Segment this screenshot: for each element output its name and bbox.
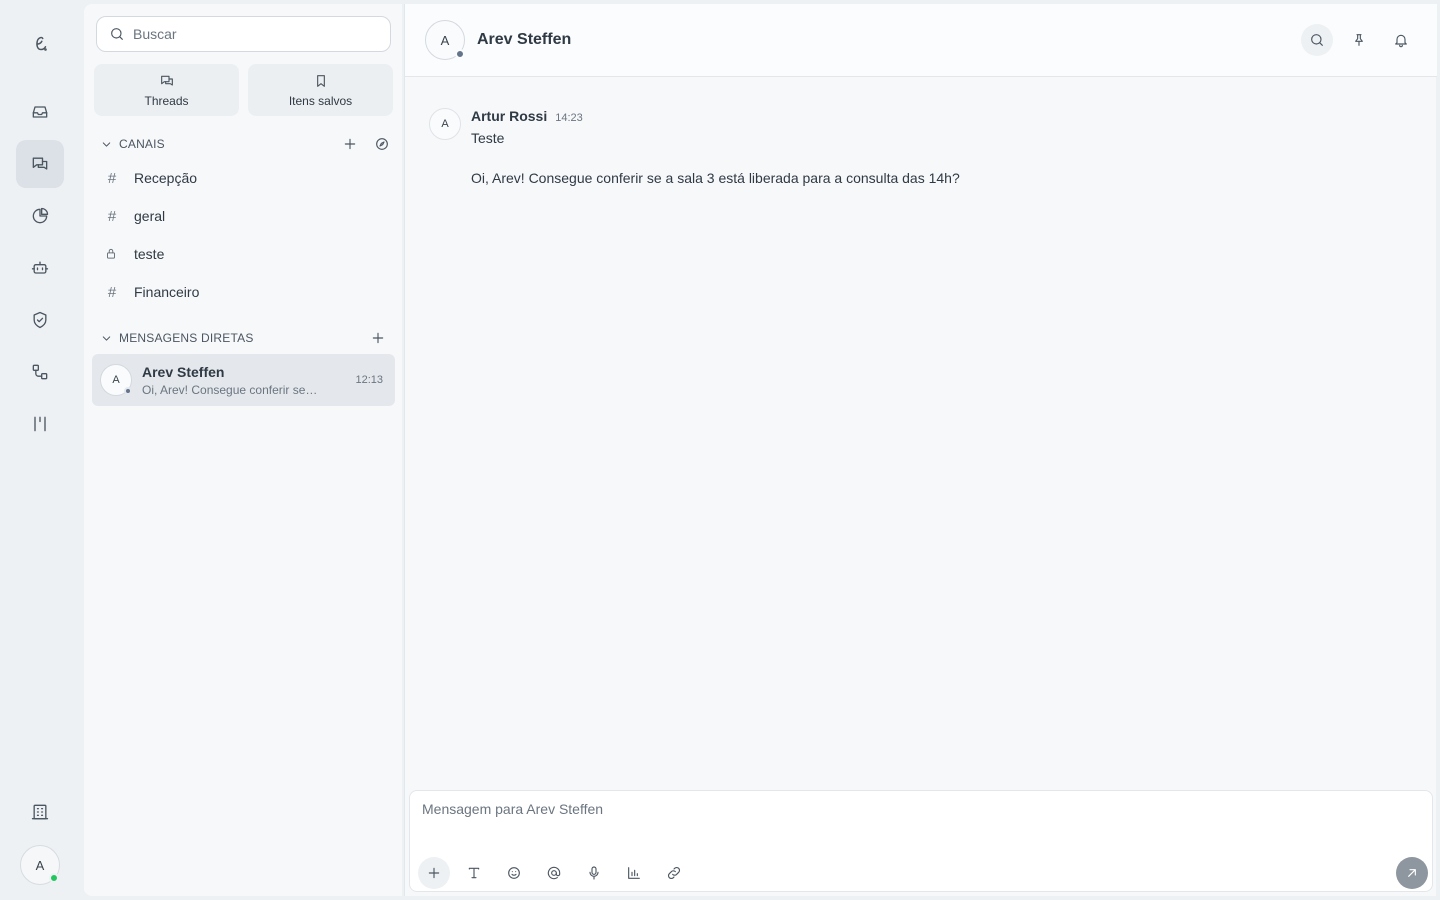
chevron-down-icon	[102, 335, 111, 341]
channels-title: CANAIS	[119, 137, 165, 151]
channel-item[interactable]: # Financeiro	[94, 275, 394, 309]
send-arrow-icon	[1408, 869, 1416, 877]
conversation-title: Arev Steffen	[477, 31, 572, 48]
conversation-initial: A	[440, 32, 450, 48]
status-dot	[124, 387, 132, 395]
hash-icon: #	[107, 169, 117, 187]
search-icon	[111, 28, 123, 40]
channel-label: teste	[134, 246, 165, 262]
channel-item[interactable]: teste	[94, 237, 394, 271]
channel-label: Recepção	[134, 170, 198, 186]
dm-section-header[interactable]: MENSAGENS DIRETAS	[100, 328, 390, 348]
status-dot	[455, 49, 465, 59]
message-list: A Artur Rossi 14:23 Teste Oi, Arev! Cons…	[409, 78, 1433, 784]
avatar: A	[100, 364, 132, 396]
bot-icon[interactable]	[16, 244, 64, 292]
chevron-down-icon	[102, 141, 111, 147]
plus-icon	[428, 867, 440, 879]
format-text-button[interactable]	[458, 857, 490, 889]
dm-time: 12:13	[355, 374, 383, 386]
message-text: Teste	[471, 130, 505, 146]
message-time: 14:23	[555, 112, 583, 124]
shield-check-icon[interactable]	[16, 296, 64, 344]
search-box[interactable]	[96, 16, 391, 52]
channel-sidebar: Threads Itens salvos CANAIS # Recepção #…	[84, 4, 402, 896]
chat-icon[interactable]	[16, 140, 64, 188]
author-initial: A	[441, 118, 449, 130]
hash-icon: #	[107, 283, 117, 301]
lock-icon	[104, 247, 120, 261]
channels-section-header[interactable]: CANAIS	[100, 134, 390, 154]
smiley-icon	[508, 867, 520, 879]
hash-icon: #	[107, 207, 117, 225]
channel-item[interactable]: # geral	[94, 199, 394, 233]
building-icon[interactable]	[16, 788, 64, 836]
inbox-icon[interactable]	[16, 88, 64, 136]
send-button[interactable]	[1396, 857, 1428, 889]
bell-icon	[1395, 34, 1407, 48]
text-format-icon	[468, 867, 480, 879]
microphone-icon	[589, 866, 599, 880]
logo-icon[interactable]	[16, 20, 64, 68]
message: A Artur Rossi 14:23 Teste Oi, Arev! Cons…	[429, 108, 960, 186]
kanban-icon[interactable]	[16, 400, 64, 448]
threads-button[interactable]: Threads	[94, 64, 239, 116]
user-avatar[interactable]: A	[20, 845, 60, 885]
at-sign-icon	[547, 866, 561, 880]
bar-chart-icon	[628, 867, 640, 879]
avatar[interactable]: A	[429, 108, 461, 140]
search-icon	[1311, 34, 1323, 46]
search-button[interactable]	[1301, 24, 1333, 56]
conversation-panel: A Arev Steffen A Artur Rossi 14:23 Teste…	[404, 4, 1437, 896]
dm-title: MENSAGENS DIRETAS	[119, 331, 254, 345]
notifications-button[interactable]	[1385, 24, 1417, 56]
voice-button[interactable]	[578, 857, 610, 889]
search-input[interactable]	[133, 26, 373, 42]
channel-label: geral	[134, 208, 166, 224]
saved-items-button[interactable]: Itens salvos	[248, 64, 393, 116]
dm-initial: A	[112, 374, 120, 386]
avatar[interactable]: A	[425, 20, 465, 60]
pie-chart-icon[interactable]	[16, 192, 64, 240]
pin-icon	[1355, 34, 1363, 46]
threads-label: Threads	[144, 93, 189, 108]
pin-button[interactable]	[1343, 24, 1375, 56]
attach-button[interactable]	[418, 857, 450, 889]
saved-items-label: Itens salvos	[288, 93, 353, 108]
dm-name: Arev Steffen	[142, 363, 225, 380]
message-text: Oi, Arev! Consegue conferir se a sala 3 …	[471, 170, 960, 186]
add-dm-icon[interactable]	[370, 330, 386, 346]
channel-item[interactable]: # Recepção	[94, 161, 394, 195]
link-button[interactable]	[658, 857, 690, 889]
online-status-dot	[49, 873, 59, 883]
bookmark-icon	[316, 74, 325, 87]
emoji-button[interactable]	[498, 857, 530, 889]
dm-preview: Oi, Arev! Consegue conferir se a sala 3 …	[142, 382, 320, 397]
conversation-header: A Arev Steffen	[405, 4, 1437, 77]
app-rail: A	[0, 0, 80, 900]
mention-button[interactable]	[538, 857, 570, 889]
message-composer	[409, 790, 1433, 892]
dm-item[interactable]: A Arev Steffen Oi, Arev! Consegue confer…	[92, 354, 395, 406]
threads-icon	[160, 75, 173, 86]
channel-label: Financeiro	[134, 284, 200, 300]
workflow-icon[interactable]	[16, 348, 64, 396]
add-channel-icon[interactable]	[342, 136, 358, 152]
message-input[interactable]	[422, 801, 1402, 841]
message-author[interactable]: Artur Rossi	[471, 108, 547, 124]
compass-icon[interactable]	[374, 136, 390, 152]
poll-button[interactable]	[618, 857, 650, 889]
user-initial: A	[35, 857, 45, 873]
link-icon	[667, 866, 681, 880]
